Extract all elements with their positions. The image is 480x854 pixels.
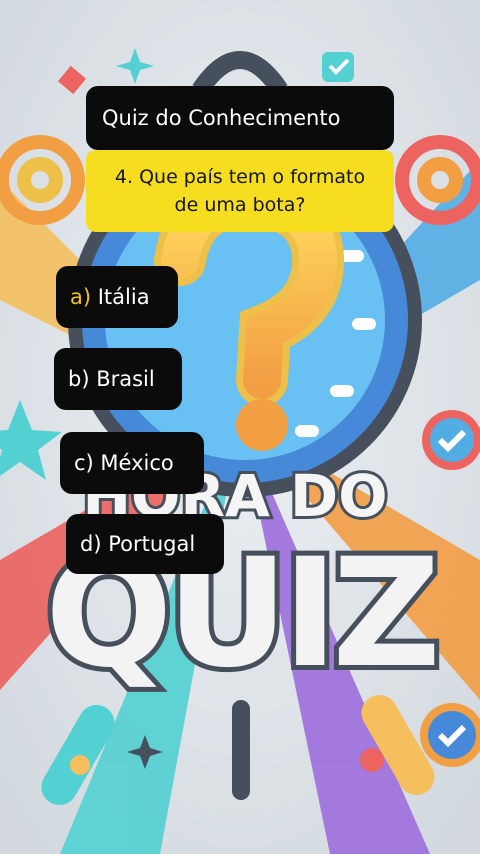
answer-letter: b) xyxy=(68,367,90,391)
question-card: 4. Que país tem o formato de uma bota? xyxy=(86,150,394,232)
answer-letter: d) xyxy=(80,532,102,556)
answer-text: Itália xyxy=(91,285,150,309)
question-line-2: de uma bota? xyxy=(174,194,306,216)
answer-text: Brasil xyxy=(89,367,155,391)
answer-letter: a) xyxy=(70,285,92,309)
quiz-title-card: Quiz do Conhecimento xyxy=(86,86,394,150)
quiz-title: Quiz do Conhecimento xyxy=(102,106,341,130)
answer-option-b[interactable]: b) Brasil xyxy=(54,348,182,410)
answer-option-a[interactable]: a) Itália xyxy=(56,266,178,328)
question-line-1: 4. Que país tem o formato xyxy=(114,166,366,188)
answer-option-c[interactable]: c) México xyxy=(60,432,204,494)
question-text: 4. Que país tem o formato de uma bota? xyxy=(115,163,365,219)
answer-text: Portugal xyxy=(101,532,196,556)
answer-option-d[interactable]: d) Portugal xyxy=(66,514,224,574)
answer-letter: c) xyxy=(74,451,94,475)
answer-text: México xyxy=(93,451,174,475)
